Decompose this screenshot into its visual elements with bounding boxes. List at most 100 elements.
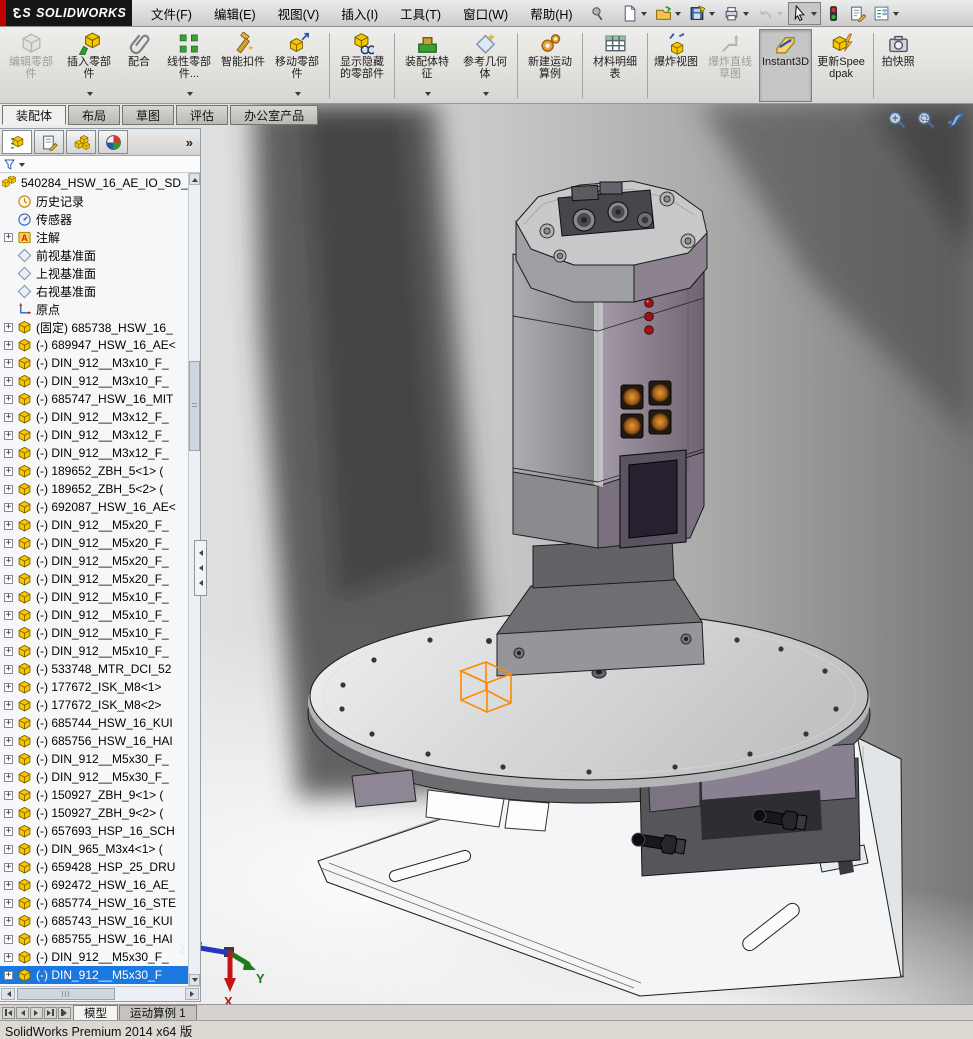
tree-horizontal-scrollbar[interactable] (0, 986, 200, 1001)
tab-nav-button-0[interactable] (2, 1007, 15, 1019)
filter-caret-icon[interactable] (19, 163, 25, 170)
tree-item[interactable]: +(-) DIN_912__M3x12_F_ (0, 444, 188, 462)
zoom-to-area-button[interactable] (916, 110, 936, 130)
tree-item[interactable]: +(-) 533748_MTR_DCI_52 (0, 660, 188, 678)
tree-item[interactable]: +(-) 150927_ZBH_9<1> ( (0, 786, 188, 804)
expand-icon[interactable]: + (4, 755, 13, 764)
expand-icon[interactable]: + (4, 521, 13, 530)
dropdown-caret-icon[interactable] (187, 92, 193, 99)
tab-nav-button-1[interactable] (16, 1007, 29, 1019)
dropdown-caret-icon[interactable] (483, 92, 489, 99)
expand-icon[interactable]: + (4, 917, 13, 926)
tree-item[interactable]: +A注解 (0, 228, 188, 246)
mate-button[interactable]: 配合 (118, 29, 160, 102)
tab-办公室产品[interactable]: 办公室产品 (230, 105, 318, 125)
expand-icon[interactable]: + (4, 899, 13, 908)
expand-icon[interactable]: + (4, 449, 13, 458)
expand-icon[interactable]: + (4, 683, 13, 692)
expand-icon[interactable]: + (4, 323, 13, 332)
undo-button[interactable] (754, 2, 787, 25)
expand-icon[interactable]: + (4, 827, 13, 836)
expand-icon[interactable]: + (4, 413, 13, 422)
expand-icon[interactable]: + (4, 647, 13, 656)
tree-item[interactable]: +(-) DIN_912__M5x10_F_ (0, 624, 188, 642)
panel-tab-configurationmanager[interactable] (66, 130, 96, 154)
exploded-view-button[interactable]: 爆炸视图 (651, 29, 701, 102)
tree-item[interactable]: +(-) DIN_912__M5x20_F_ (0, 516, 188, 534)
tree-item[interactable]: 传感器 (0, 210, 188, 228)
expand-icon[interactable]: + (4, 575, 13, 584)
file-properties-button[interactable] (846, 2, 869, 25)
scroll-thumb[interactable] (189, 361, 200, 451)
scroll-up-button[interactable] (189, 173, 200, 185)
expand-icon[interactable]: + (4, 233, 13, 242)
explode-line-sketch-button[interactable]: 爆炸直线草图 (701, 29, 759, 102)
tree-item[interactable]: +(-) DIN_912__M5x30_F_ (0, 768, 188, 786)
expand-icon[interactable]: + (4, 539, 13, 548)
tree-item[interactable]: +(固定) 685738_HSW_16_ (0, 318, 188, 336)
panel-tab-featuremanager[interactable] (2, 130, 32, 154)
expand-icon[interactable]: + (4, 341, 13, 350)
options-button[interactable] (870, 2, 903, 25)
expand-icon[interactable]: + (4, 773, 13, 782)
dropdown-caret-icon[interactable] (425, 92, 431, 99)
tree-item[interactable]: +(-) 657693_HSP_16_SCH (0, 822, 188, 840)
menu-item-5[interactable]: 窗口(W) (452, 0, 519, 26)
expand-icon[interactable]: + (4, 431, 13, 440)
tab-布局[interactable]: 布局 (68, 105, 120, 125)
expand-icon[interactable]: + (4, 719, 13, 728)
tree-item[interactable]: +(-) DIN_912__M5x20_F_ (0, 570, 188, 588)
tree-item[interactable]: 右视基准面 (0, 282, 188, 300)
tab-nav-button-3[interactable] (44, 1007, 57, 1019)
open-document-button[interactable] (652, 2, 685, 25)
expand-icon[interactable]: + (4, 863, 13, 872)
smart-fasteners-button[interactable]: 智能扣件 (218, 29, 268, 102)
panel-overflow-chevron[interactable]: » (186, 135, 193, 150)
tree-item[interactable]: +(-) 685774_HSW_16_STE (0, 894, 188, 912)
dropdown-caret-icon[interactable] (295, 92, 301, 99)
tree-item[interactable]: 原点 (0, 300, 188, 318)
show-hidden-components-button[interactable]: 显示隐藏的零部件 (333, 29, 391, 102)
expand-icon[interactable]: + (4, 809, 13, 818)
insert-component-button[interactable]: 插入零部件 (60, 29, 118, 102)
display-screen[interactable] (620, 450, 686, 548)
tree-filter-bar[interactable] (0, 156, 200, 173)
move-component-button[interactable]: 移动零部件 (268, 29, 326, 102)
tree-item[interactable]: +(-) 685755_HSW_16_HAI (0, 930, 188, 948)
zoom-to-fit-button[interactable] (887, 110, 907, 130)
tree-item[interactable]: +(-) DIN_912__M3x10_F_ (0, 354, 188, 372)
dropdown-caret-icon[interactable] (777, 12, 783, 19)
expand-icon[interactable]: + (4, 629, 13, 638)
tree-root-item[interactable]: 540284_HSW_16_AE_IO_SD_ (0, 174, 188, 192)
tree-item[interactable]: +(-) 689947_HSW_16_AE< (0, 336, 188, 354)
new-motion-study-button[interactable]: 新建运动算例 (521, 29, 579, 102)
tree-item[interactable]: 上视基准面 (0, 264, 188, 282)
expand-icon[interactable]: + (4, 485, 13, 494)
dropdown-caret-icon[interactable] (811, 12, 817, 19)
panel-splitter-handle[interactable] (194, 540, 207, 596)
tab-评估[interactable]: 评估 (176, 105, 228, 125)
tree-item[interactable]: 前视基准面 (0, 246, 188, 264)
menu-item-2[interactable]: 视图(V) (267, 0, 331, 26)
tree-item[interactable]: +(-) DIN_912__M3x12_F_ (0, 426, 188, 444)
expand-icon[interactable]: + (4, 737, 13, 746)
tree-item[interactable]: +(-) DIN_912__M5x30_F (0, 966, 188, 984)
tree-item[interactable]: +(-) 685743_HSW_16_KUI (0, 912, 188, 930)
tree-item[interactable]: +(-) 692472_HSW_16_AE_ (0, 876, 188, 894)
model-tower[interactable] (497, 181, 707, 676)
tab-nav-button-2[interactable] (30, 1007, 43, 1019)
expand-icon[interactable]: + (4, 593, 13, 602)
tree-item[interactable]: +(-) 177672_ISK_M8<2> (0, 696, 188, 714)
expand-icon[interactable]: + (4, 611, 13, 620)
expand-icon[interactable]: + (4, 791, 13, 800)
tree-item[interactable]: +(-) DIN_912__M5x10_F_ (0, 642, 188, 660)
tab-装配体[interactable]: 装配体 (2, 105, 66, 125)
filter-icon[interactable] (3, 158, 16, 171)
take-snapshot-button[interactable]: 拍快照 (877, 29, 919, 102)
tree-item[interactable]: +(-) DIN_912__M3x10_F_ (0, 372, 188, 390)
edit-component-button[interactable]: 编辑零部件 (2, 29, 60, 102)
expand-icon[interactable]: + (4, 701, 13, 710)
tree-item[interactable]: 历史记录 (0, 192, 188, 210)
tree-item[interactable]: +(-) 685756_HSW_16_HAI (0, 732, 188, 750)
document-tab-运动算例 1[interactable]: 运动算例 1 (119, 1005, 197, 1020)
